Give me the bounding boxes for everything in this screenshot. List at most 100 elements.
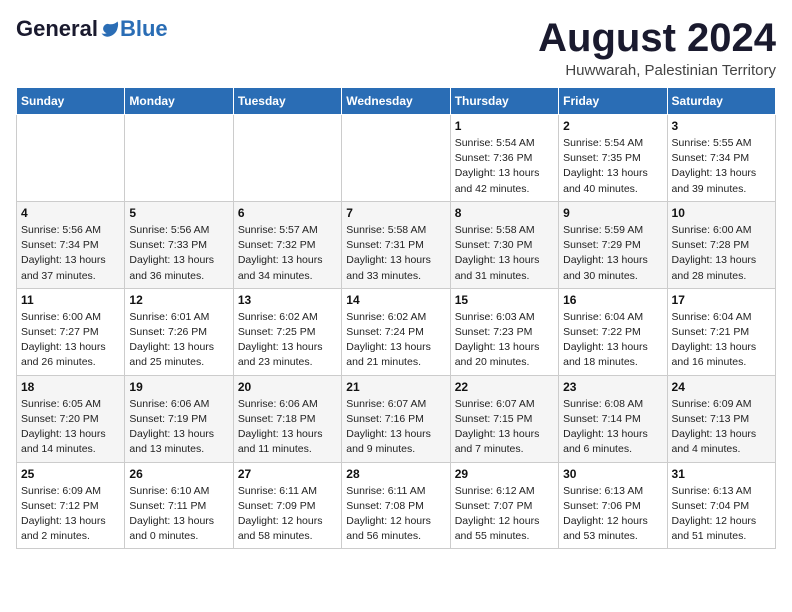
- logo: General Blue: [16, 16, 168, 42]
- calendar-cell: 15Sunrise: 6:03 AM Sunset: 7:23 PM Dayli…: [450, 288, 558, 375]
- calendar-cell: [342, 115, 450, 202]
- day-detail: Sunrise: 5:55 AM Sunset: 7:34 PM Dayligh…: [672, 136, 771, 197]
- calendar-cell: 4 Sunrise: 5:56 AM Sunset: 7:34 PM Daylig…: [17, 201, 125, 288]
- day-number: 4: [21, 206, 120, 220]
- day-number: 13: [238, 293, 337, 307]
- day-number: 21: [346, 380, 445, 394]
- weekday-header: Thursday: [450, 88, 558, 115]
- day-detail: Sunrise: 6:07 AM Sunset: 7:15 PM Dayligh…: [455, 397, 554, 458]
- day-detail: Sunrise: 6:00 AM Sunset: 7:27 PM Dayligh…: [21, 310, 120, 371]
- weekday-header: Sunday: [17, 88, 125, 115]
- day-detail: Sunrise: 5:56 AM Sunset: 7:33 PM Dayligh…: [129, 223, 228, 284]
- calendar-cell: 8 Sunrise: 5:58 AM Sunset: 7:30 PM Daylig…: [450, 201, 558, 288]
- calendar-cell: 13 Sunrise: 6:02 AM Sunset: 7:25 PM Dayli…: [233, 288, 341, 375]
- day-detail: Sunrise: 6:13 AM Sunset: 7:04 PM Dayligh…: [672, 484, 771, 545]
- day-detail: Sunrise: 6:08 AM Sunset: 7:14 PM Dayligh…: [563, 397, 662, 458]
- day-detail: Sunrise: 5:58 AM Sunset: 7:31 PM Dayligh…: [346, 223, 445, 284]
- day-detail: Sunrise: 6:07 AM Sunset: 7:16 PM Dayligh…: [346, 397, 445, 458]
- calendar-cell: [17, 115, 125, 202]
- day-number: 17: [672, 293, 771, 307]
- calendar-cell: 29 Sunrise: 6:12 AM Sunset: 7:07 PM Dayli…: [450, 462, 558, 549]
- day-detail: Sunrise: 5:57 AM Sunset: 7:32 PM Dayligh…: [238, 223, 337, 284]
- day-number: 22: [455, 380, 554, 394]
- calendar-table: SundayMondayTuesdayWednesdayThursdayFrid…: [16, 87, 776, 549]
- day-number: 29: [455, 467, 554, 481]
- calendar-cell: 3 Sunrise: 5:55 AM Sunset: 7:34 PM Daylig…: [667, 115, 775, 202]
- calendar-cell: 18Sunrise: 6:05 AM Sunset: 7:20 PM Dayli…: [17, 375, 125, 462]
- day-number: 14: [346, 293, 445, 307]
- calendar-week-row: 25Sunrise: 6:09 AM Sunset: 7:12 PM Dayli…: [17, 462, 776, 549]
- day-number: 1: [455, 119, 554, 133]
- day-detail: Sunrise: 6:01 AM Sunset: 7:26 PM Dayligh…: [129, 310, 228, 371]
- day-number: 8: [455, 206, 554, 220]
- day-number: 15: [455, 293, 554, 307]
- day-detail: Sunrise: 6:09 AM Sunset: 7:13 PM Dayligh…: [672, 397, 771, 458]
- day-detail: Sunrise: 5:54 AM Sunset: 7:35 PM Dayligh…: [563, 136, 662, 197]
- calendar-cell: 23Sunrise: 6:08 AM Sunset: 7:14 PM Dayli…: [559, 375, 667, 462]
- day-number: 7: [346, 206, 445, 220]
- day-detail: Sunrise: 6:04 AM Sunset: 7:22 PM Dayligh…: [563, 310, 662, 371]
- day-detail: Sunrise: 5:58 AM Sunset: 7:30 PM Dayligh…: [455, 223, 554, 284]
- calendar-week-row: 4 Sunrise: 5:56 AM Sunset: 7:34 PM Daylig…: [17, 201, 776, 288]
- month-title: August 2024: [538, 16, 776, 60]
- calendar-cell: 6 Sunrise: 5:57 AM Sunset: 7:32 PM Daylig…: [233, 201, 341, 288]
- day-number: 28: [346, 467, 445, 481]
- calendar-cell: 17 Sunrise: 6:04 AM Sunset: 7:21 PM Dayli…: [667, 288, 775, 375]
- calendar-cell: 2Sunrise: 5:54 AM Sunset: 7:35 PM Daylig…: [559, 115, 667, 202]
- day-detail: Sunrise: 6:10 AM Sunset: 7:11 PM Dayligh…: [129, 484, 228, 545]
- day-number: 5: [129, 206, 228, 220]
- calendar-cell: 5 Sunrise: 5:56 AM Sunset: 7:33 PM Daylig…: [125, 201, 233, 288]
- calendar-cell: [233, 115, 341, 202]
- day-detail: Sunrise: 6:12 AM Sunset: 7:07 PM Dayligh…: [455, 484, 554, 545]
- day-number: 6: [238, 206, 337, 220]
- day-number: 30: [563, 467, 662, 481]
- day-detail: Sunrise: 6:13 AM Sunset: 7:06 PM Dayligh…: [563, 484, 662, 545]
- calendar-cell: 21 Sunrise: 6:07 AM Sunset: 7:16 PM Dayli…: [342, 375, 450, 462]
- day-detail: Sunrise: 6:02 AM Sunset: 7:25 PM Dayligh…: [238, 310, 337, 371]
- calendar-cell: 22 Sunrise: 6:07 AM Sunset: 7:15 PM Dayli…: [450, 375, 558, 462]
- calendar-cell: 14 Sunrise: 6:02 AM Sunset: 7:24 PM Dayli…: [342, 288, 450, 375]
- calendar-week-row: 18Sunrise: 6:05 AM Sunset: 7:20 PM Dayli…: [17, 375, 776, 462]
- day-number: 16: [563, 293, 662, 307]
- page-header: General Blue August 2024 Huwwarah, Pales…: [16, 16, 776, 79]
- weekday-header: Wednesday: [342, 88, 450, 115]
- day-number: 3: [672, 119, 771, 133]
- weekday-header-row: SundayMondayTuesdayWednesdayThursdayFrid…: [17, 88, 776, 115]
- day-number: 18: [21, 380, 120, 394]
- calendar-cell: 31 Sunrise: 6:13 AM Sunset: 7:04 PM Dayli…: [667, 462, 775, 549]
- day-detail: Sunrise: 6:00 AM Sunset: 7:28 PM Dayligh…: [672, 223, 771, 284]
- day-detail: Sunrise: 5:59 AM Sunset: 7:29 PM Dayligh…: [563, 223, 662, 284]
- day-detail: Sunrise: 6:11 AM Sunset: 7:08 PM Dayligh…: [346, 484, 445, 545]
- calendar-cell: 20Sunrise: 6:06 AM Sunset: 7:18 PM Dayli…: [233, 375, 341, 462]
- day-number: 27: [238, 467, 337, 481]
- calendar-cell: 26 Sunrise: 6:10 AM Sunset: 7:11 PM Dayli…: [125, 462, 233, 549]
- day-detail: Sunrise: 6:04 AM Sunset: 7:21 PM Dayligh…: [672, 310, 771, 371]
- calendar-cell: 30 Sunrise: 6:13 AM Sunset: 7:06 PM Dayli…: [559, 462, 667, 549]
- calendar-cell: [125, 115, 233, 202]
- calendar-cell: 9Sunrise: 5:59 AM Sunset: 7:29 PM Daylig…: [559, 201, 667, 288]
- title-block: August 2024 Huwwarah, Palestinian Territ…: [538, 16, 776, 79]
- location-title: Huwwarah, Palestinian Territory: [538, 62, 776, 79]
- day-detail: Sunrise: 5:56 AM Sunset: 7:34 PM Dayligh…: [21, 223, 120, 284]
- day-number: 10: [672, 206, 771, 220]
- weekday-header: Friday: [559, 88, 667, 115]
- calendar-cell: 11Sunrise: 6:00 AM Sunset: 7:27 PM Dayli…: [17, 288, 125, 375]
- day-detail: Sunrise: 6:09 AM Sunset: 7:12 PM Dayligh…: [21, 484, 120, 545]
- logo-bird-icon: [100, 19, 120, 39]
- day-detail: Sunrise: 5:54 AM Sunset: 7:36 PM Dayligh…: [455, 136, 554, 197]
- calendar-cell: 19 Sunrise: 6:06 AM Sunset: 7:19 PM Dayli…: [125, 375, 233, 462]
- day-number: 31: [672, 467, 771, 481]
- day-number: 26: [129, 467, 228, 481]
- calendar-week-row: 1 Sunrise: 5:54 AM Sunset: 7:36 PM Daylig…: [17, 115, 776, 202]
- day-detail: Sunrise: 6:11 AM Sunset: 7:09 PM Dayligh…: [238, 484, 337, 545]
- day-number: 20: [238, 380, 337, 394]
- calendar-week-row: 11Sunrise: 6:00 AM Sunset: 7:27 PM Dayli…: [17, 288, 776, 375]
- calendar-cell: 27 Sunrise: 6:11 AM Sunset: 7:09 PM Dayli…: [233, 462, 341, 549]
- logo-blue-text: Blue: [120, 16, 168, 42]
- day-detail: Sunrise: 6:06 AM Sunset: 7:19 PM Dayligh…: [129, 397, 228, 458]
- day-number: 19: [129, 380, 228, 394]
- day-detail: Sunrise: 6:02 AM Sunset: 7:24 PM Dayligh…: [346, 310, 445, 371]
- calendar-cell: 7 Sunrise: 5:58 AM Sunset: 7:31 PM Daylig…: [342, 201, 450, 288]
- calendar-cell: 16 Sunrise: 6:04 AM Sunset: 7:22 PM Dayli…: [559, 288, 667, 375]
- weekday-header: Monday: [125, 88, 233, 115]
